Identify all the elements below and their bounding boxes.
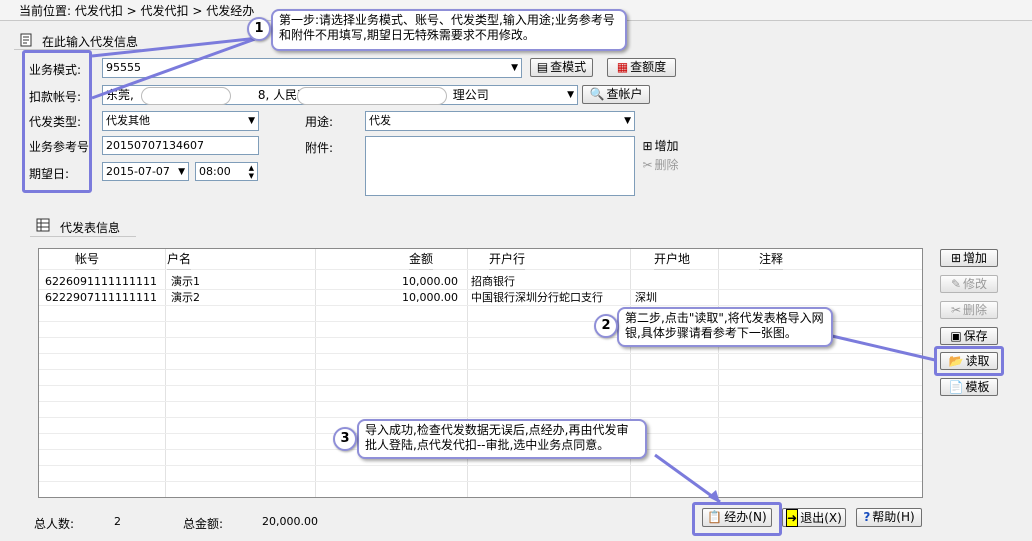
callout-step-3: 导入成功,检查代发数据无误后,点经办,再由代发审批人登陆,点代发代扣--审批,选… bbox=[357, 419, 647, 459]
callout-connectors bbox=[91, 36, 936, 504]
step-3-badge: 3 bbox=[333, 427, 357, 451]
callout-step-2: 第二步,点击"读取",将代发表格导入网银,具体步骤请看参考下一张图。 bbox=[617, 307, 833, 347]
step-1-badge: 1 bbox=[247, 17, 271, 41]
callout-step-1: 第一步:请选择业务模式、账号、代发类型,输入用途;业务参考号和附件不用填写,期望… bbox=[271, 9, 627, 51]
step-2-badge: 2 bbox=[594, 314, 618, 338]
